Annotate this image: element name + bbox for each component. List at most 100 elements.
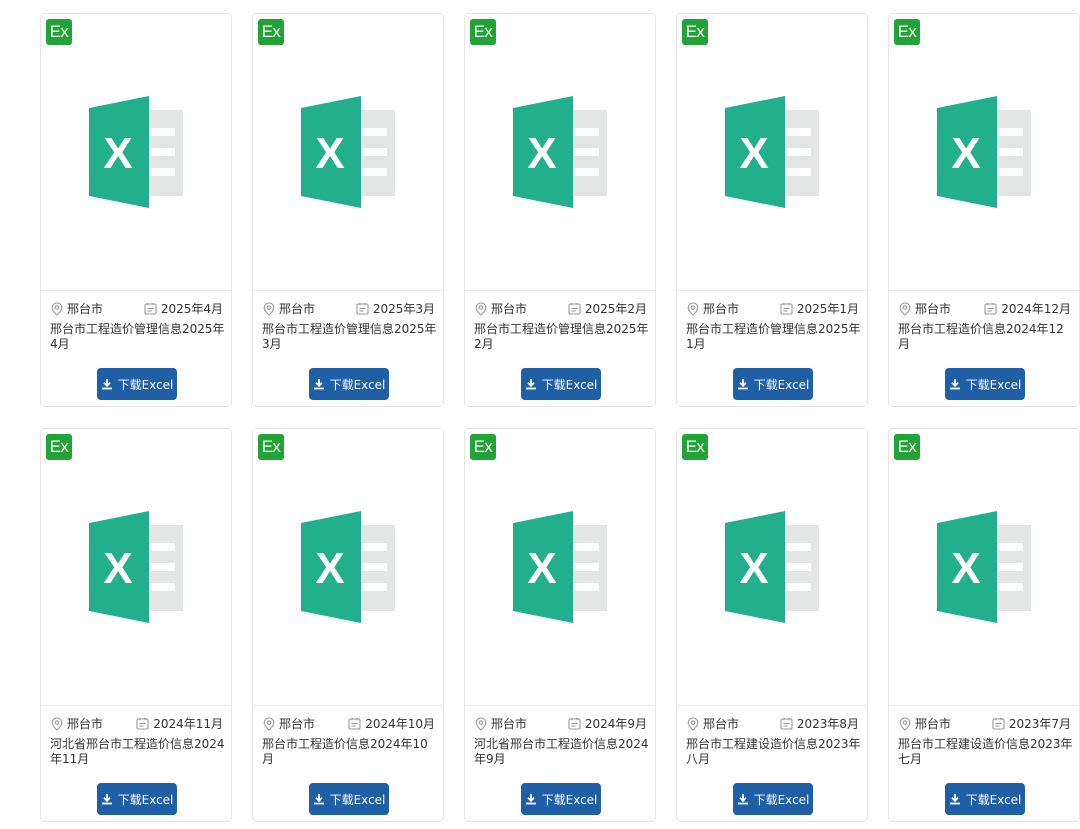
location-pin-icon xyxy=(475,301,487,316)
excel-file-icon: X xyxy=(89,96,183,208)
download-button-label: 下载Excel xyxy=(753,377,810,392)
download-excel-button[interactable]: 下载Excel xyxy=(309,368,389,400)
location-text: 邢台市 xyxy=(279,717,316,731)
date: 2025年3月 xyxy=(356,300,435,317)
excel-badge-icon: Ex xyxy=(46,19,72,45)
card-title[interactable]: 邢台市工程建设造价信息2023年八月 xyxy=(686,737,862,767)
card-thumbnail[interactable]: Ex X xyxy=(889,14,1079,291)
date-text: 2024年10月 xyxy=(365,717,435,731)
location-text: 邢台市 xyxy=(279,302,316,316)
calendar-icon xyxy=(144,302,157,315)
location-pin-icon xyxy=(51,716,63,731)
download-button-label: 下载Excel xyxy=(117,377,174,392)
download-excel-button[interactable]: 下载Excel xyxy=(97,368,177,400)
date: 2025年2月 xyxy=(568,300,647,317)
card-thumbnail[interactable]: Ex X xyxy=(41,429,231,706)
file-card[interactable]: Ex X 邢台市 xyxy=(676,13,868,407)
card-meta: 邢台市 2023年8月 xyxy=(687,715,859,731)
card-thumbnail[interactable]: Ex X xyxy=(465,429,655,706)
card-thumbnail[interactable]: Ex X xyxy=(677,14,867,291)
file-card[interactable]: Ex X 邢台市 xyxy=(464,13,656,407)
file-card[interactable]: Ex X 邢台市 xyxy=(888,428,1080,822)
date: 2025年4月 xyxy=(144,300,223,317)
svg-text:X: X xyxy=(103,129,132,178)
card-title[interactable]: 邢台市工程造价管理信息2025年1月 xyxy=(686,322,862,352)
download-excel-button[interactable]: 下载Excel xyxy=(521,368,601,400)
card-meta: 邢台市 2025年2月 xyxy=(475,300,647,316)
location: 邢台市 xyxy=(263,300,315,317)
download-button-label: 下载Excel xyxy=(329,377,386,392)
file-card[interactable]: Ex X 邢台市 xyxy=(40,428,232,822)
svg-text:X: X xyxy=(951,544,980,593)
svg-text:X: X xyxy=(739,129,768,178)
card-title[interactable]: 河北省邢台市工程造价信息2024年11月 xyxy=(50,737,226,767)
date-text: 2025年3月 xyxy=(372,302,435,316)
location-pin-icon xyxy=(899,301,911,316)
file-card[interactable]: Ex X 邢台市 xyxy=(676,428,868,822)
card-title[interactable]: 邢台市工程造价信息2024年10月 xyxy=(262,737,438,767)
card-thumbnail[interactable]: Ex X xyxy=(41,14,231,291)
download-excel-button[interactable]: 下载Excel xyxy=(521,783,601,815)
download-button-label: 下载Excel xyxy=(965,377,1022,392)
card-title[interactable]: 邢台市工程造价管理信息2025年3月 xyxy=(262,322,438,352)
svg-text:X: X xyxy=(951,129,980,178)
location-pin-icon xyxy=(687,716,699,731)
card-title[interactable]: 邢台市工程造价管理信息2025年2月 xyxy=(474,322,650,352)
download-icon xyxy=(525,794,536,805)
location-pin-icon xyxy=(51,301,63,316)
excel-file-icon: X xyxy=(301,96,395,208)
calendar-icon xyxy=(780,302,793,315)
file-card[interactable]: Ex X 邢台市 xyxy=(888,13,1080,407)
calendar-icon xyxy=(136,717,149,730)
download-excel-button[interactable]: 下载Excel xyxy=(309,783,389,815)
card-thumbnail[interactable]: Ex X xyxy=(253,14,443,291)
excel-file-icon: X xyxy=(301,511,395,623)
card-thumbnail[interactable]: Ex X xyxy=(889,429,1079,706)
file-card[interactable]: Ex X 邢台市 xyxy=(252,428,444,822)
card-thumbnail[interactable]: Ex X xyxy=(253,429,443,706)
excel-badge-icon: Ex xyxy=(470,434,496,460)
download-button-label: 下载Excel xyxy=(541,377,598,392)
card-meta: 邢台市 2025年4月 xyxy=(51,300,223,316)
download-excel-button[interactable]: 下载Excel xyxy=(733,783,813,815)
excel-badge-icon: Ex xyxy=(682,434,708,460)
download-icon xyxy=(525,379,536,390)
svg-text:X: X xyxy=(527,129,556,178)
date-text: 2024年9月 xyxy=(584,717,647,731)
svg-text:X: X xyxy=(315,544,344,593)
svg-text:X: X xyxy=(527,544,556,593)
download-button-label: 下载Excel xyxy=(329,792,386,807)
card-thumbnail[interactable]: Ex X xyxy=(677,429,867,706)
card-meta: 邢台市 2024年9月 xyxy=(475,715,647,731)
file-card[interactable]: Ex X 邢台市 xyxy=(252,13,444,407)
download-icon xyxy=(949,379,960,390)
location: 邢台市 xyxy=(687,300,739,317)
download-excel-button[interactable]: 下载Excel xyxy=(945,783,1025,815)
card-meta: 邢台市 2023年7月 xyxy=(899,715,1071,731)
card-meta: 邢台市 2024年11月 xyxy=(51,715,223,731)
calendar-icon xyxy=(780,717,793,730)
download-excel-button[interactable]: 下载Excel xyxy=(945,368,1025,400)
download-excel-button[interactable]: 下载Excel xyxy=(97,783,177,815)
download-excel-button[interactable]: 下载Excel xyxy=(733,368,813,400)
location: 邢台市 xyxy=(899,300,951,317)
download-button-label: 下载Excel xyxy=(117,792,174,807)
card-thumbnail[interactable]: Ex X xyxy=(465,14,655,291)
excel-badge-icon: Ex xyxy=(46,434,72,460)
excel-file-icon: X xyxy=(513,511,607,623)
date-text: 2024年12月 xyxy=(1001,302,1071,316)
excel-badge-icon: Ex xyxy=(894,19,920,45)
file-card[interactable]: Ex X 邢台市 xyxy=(464,428,656,822)
location-pin-icon xyxy=(899,716,911,731)
date: 2024年9月 xyxy=(568,715,647,732)
file-card[interactable]: Ex X 邢台市 xyxy=(40,13,232,407)
download-icon xyxy=(949,794,960,805)
calendar-icon xyxy=(348,717,361,730)
excel-file-icon: X xyxy=(725,511,819,623)
card-title[interactable]: 邢台市工程造价信息2024年12月 xyxy=(898,322,1074,352)
card-title[interactable]: 邢台市工程造价管理信息2025年4月 xyxy=(50,322,226,352)
card-title[interactable]: 河北省邢台市工程造价信息2024年9月 xyxy=(474,737,650,767)
date-text: 2023年8月 xyxy=(796,717,859,731)
location-pin-icon xyxy=(263,301,275,316)
card-title[interactable]: 邢台市工程建设造价信息2023年七月 xyxy=(898,737,1074,767)
